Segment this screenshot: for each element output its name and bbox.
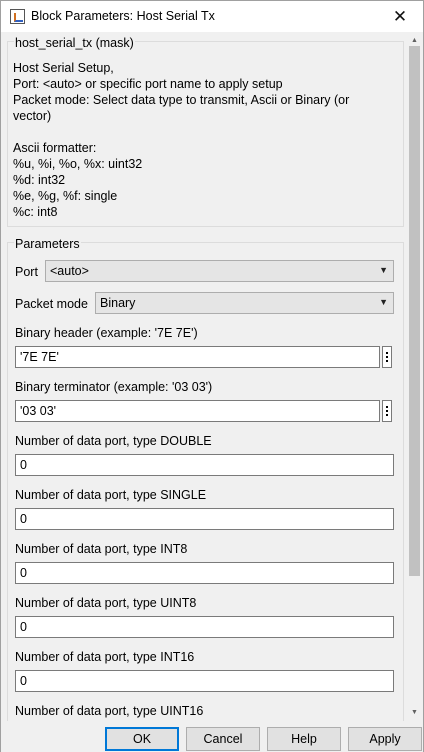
title-bar[interactable]: Block Parameters: Host Serial Tx ✕ [1, 1, 423, 32]
int8-ports-value: 0 [20, 566, 27, 580]
more-options-icon[interactable] [382, 400, 392, 422]
uint8-ports-label: Number of data port, type UINT8 [15, 596, 197, 610]
ok-button[interactable]: OK [105, 727, 179, 751]
uint8-ports-value: 0 [20, 620, 27, 634]
single-ports-label: Number of data port, type SINGLE [15, 488, 207, 502]
binary-terminator-value: '03 03' [20, 404, 57, 418]
dialog-window: Block Parameters: Host Serial Tx ✕ host_… [0, 0, 424, 752]
apply-button[interactable]: Apply [348, 727, 422, 751]
description-line: Port: <auto> or specific port name to ap… [13, 77, 283, 91]
double-ports-label: Number of data port, type DOUBLE [15, 434, 212, 448]
port-select[interactable]: <auto> ▼ [45, 260, 394, 282]
description-line: %e, %g, %f: single [13, 189, 118, 203]
double-ports-input[interactable]: 0 [15, 454, 394, 476]
window-title: Block Parameters: Host Serial Tx [31, 9, 215, 23]
parameters-legend: Parameters [14, 237, 81, 251]
port-label: Port [15, 265, 38, 279]
packet-mode-label: Packet mode [15, 297, 88, 311]
packet-mode-select-value: Binary [100, 296, 136, 310]
binary-header-value: '7E 7E' [20, 350, 59, 364]
chevron-down-icon: ▼ [379, 265, 388, 275]
binary-header-input[interactable]: '7E 7E' [15, 346, 380, 368]
uint16-ports-label: Number of data port, type UINT16 [15, 704, 204, 718]
mask-legend: host_serial_tx (mask) [14, 36, 135, 50]
description-line: Ascii formatter: [13, 141, 97, 155]
uint8-ports-input[interactable]: 0 [15, 616, 394, 638]
description-line: %u, %i, %o, %x: uint32 [13, 157, 143, 171]
int8-ports-label: Number of data port, type INT8 [15, 542, 188, 556]
description-line: %c: int8 [13, 205, 58, 219]
binary-terminator-input[interactable]: '03 03' [15, 400, 380, 422]
int16-ports-input[interactable]: 0 [15, 670, 394, 692]
int16-ports-label: Number of data port, type INT16 [15, 650, 195, 664]
close-icon[interactable]: ✕ [377, 1, 423, 32]
chevron-down-icon: ▼ [379, 297, 388, 307]
cancel-button[interactable]: Cancel [186, 727, 260, 751]
int16-ports-value: 0 [20, 674, 27, 688]
port-select-value: <auto> [50, 264, 89, 278]
scrollbar-thumb[interactable] [409, 46, 420, 576]
int8-ports-input[interactable]: 0 [15, 562, 394, 584]
button-bar: OK Cancel Help Apply [1, 721, 423, 752]
double-ports-value: 0 [20, 458, 27, 472]
single-ports-value: 0 [20, 512, 27, 526]
help-button[interactable]: Help [267, 727, 341, 751]
single-ports-input[interactable]: 0 [15, 508, 394, 530]
description-line: %d: int32 [13, 173, 66, 187]
description-line: vector) [13, 109, 52, 123]
description-line: Packet mode: Select data type to transmi… [13, 93, 350, 107]
more-options-icon[interactable] [382, 346, 392, 368]
vertical-scrollbar[interactable]: ▲ ▼ [406, 32, 423, 721]
binary-terminator-label: Binary terminator (example: '03 03') [15, 380, 213, 394]
scroll-down-arrow-icon[interactable]: ▼ [406, 704, 423, 721]
description-line: Host Serial Setup, [13, 61, 114, 75]
packet-mode-select[interactable]: Binary ▼ [95, 292, 394, 314]
binary-header-label: Binary header (example: '7E 7E') [15, 326, 198, 340]
block-parameters-icon [10, 9, 25, 24]
dialog-content: host_serial_tx (mask) Host Serial Setup,… [1, 32, 406, 721]
